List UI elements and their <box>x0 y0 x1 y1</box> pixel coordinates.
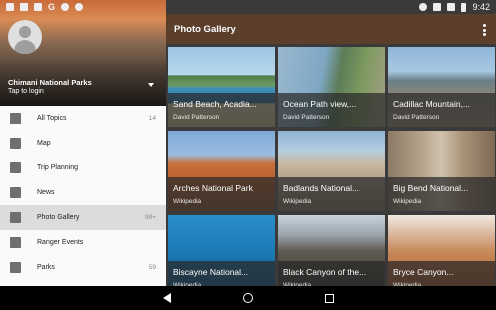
photo-icon <box>10 212 21 224</box>
drawer-item-label: Ranger Events <box>37 238 84 246</box>
drawer-item-map[interactable]: Map <box>0 131 166 156</box>
photo-caption: Sand Beach, Acadia... David Patterson <box>168 93 275 127</box>
photo-tile[interactable]: Black Canyon of the... Wikipedia <box>278 215 385 295</box>
screen: G 9:42 Chimani National Parks Tap to log… <box>0 0 496 310</box>
overflow-dot <box>483 28 486 32</box>
photo-tile[interactable]: Badlands National... Wikipedia <box>278 131 385 211</box>
photo-grid: Sand Beach, Acadia... David Patterson Oc… <box>166 44 496 295</box>
map-icon <box>10 137 21 149</box>
newspaper-icon <box>10 187 21 199</box>
photo-credit: Wikipedia <box>173 198 202 205</box>
navigation-drawer: Chimani National Parks Tap to login All … <box>0 0 166 286</box>
battery-icon <box>461 2 467 12</box>
photo-caption: Badlands National... Wikipedia <box>278 177 385 211</box>
back-icon[interactable] <box>162 293 171 303</box>
account-name: Chimani National Parks <box>8 78 92 87</box>
photo-tile[interactable]: Ocean Path view,... David Patterson <box>278 47 385 127</box>
drawer-item-photo-gallery[interactable]: Photo Gallery 99+ <box>0 205 166 230</box>
photo-credit: David Patterson <box>173 114 220 121</box>
overflow-menu-icon[interactable] <box>483 24 486 36</box>
drawer-item-count: 14 <box>148 114 156 122</box>
photo-tile[interactable]: Big Bend National... Wikipedia <box>388 131 495 211</box>
location-icon <box>419 3 428 11</box>
drawer-item-trip-planning[interactable]: Trip Planning <box>0 156 166 181</box>
system-nav-bar <box>0 286 496 310</box>
account-login-prompt[interactable]: Tap to login <box>8 88 44 95</box>
photo-credit: Wikipedia <box>393 198 422 205</box>
drawer-header[interactable]: Chimani National Parks Tap to login <box>0 0 166 106</box>
account-dropdown-icon[interactable] <box>148 83 154 87</box>
status-bar-left: G <box>6 2 84 12</box>
drawer-item-label: Photo Gallery <box>37 214 80 222</box>
photo-tile[interactable]: Bryce Canyon... Wikipedia <box>388 215 495 295</box>
luggage-icon <box>10 162 21 174</box>
drawer-item-label: Parks <box>37 263 55 271</box>
drawer-item-parks[interactable]: Parks 59 <box>0 255 166 280</box>
photo-credit: Wikipedia <box>283 198 312 205</box>
drawer-menu: All Topics 14 Map Trip Planning News Pho… <box>0 106 166 280</box>
photo-tile[interactable]: Arches National Park Wikipedia <box>168 131 275 211</box>
photo-caption: Ocean Path view,... David Patterson <box>278 93 385 127</box>
chat-notification-icon <box>20 3 28 11</box>
trees-icon <box>10 261 21 273</box>
photo-credit: David Patterson <box>393 114 440 121</box>
photo-title: Ocean Path view,... <box>283 99 357 109</box>
drawer-item-label: All Topics <box>37 114 67 122</box>
photo-title: Big Bend National... <box>393 183 469 193</box>
avatar-head <box>19 26 31 38</box>
photo-title: Biscayne National... <box>173 267 249 277</box>
status-bar-right: 9:42 <box>419 2 490 12</box>
app-bar: Photo Gallery <box>166 14 496 44</box>
drawer-item-count: 59 <box>148 263 156 271</box>
home-icon[interactable] <box>242 293 253 303</box>
navigation-icon <box>34 3 42 11</box>
page-title: Photo Gallery <box>174 23 236 35</box>
timer-icon <box>75 3 84 11</box>
drawer-item-count: 99+ <box>144 214 156 222</box>
status-time: 9:42 <box>472 2 490 12</box>
location-icon <box>61 3 70 11</box>
photo-title: Arches National Park <box>173 183 253 193</box>
photo-tile[interactable]: Biscayne National... Wikipedia <box>168 215 275 295</box>
drawer-item-ranger-events[interactable]: Ranger Events <box>0 230 166 255</box>
signal-icon <box>447 3 456 11</box>
google-icon: G <box>48 2 56 12</box>
photo-title: Badlands National... <box>283 183 360 193</box>
photo-credit: David Patterson <box>283 114 330 121</box>
photo-title: Sand Beach, Acadia... <box>173 99 257 109</box>
photo-title: Cadillac Mountain,... <box>393 99 471 109</box>
drawer-item-label: News <box>37 189 55 197</box>
wifi-icon <box>433 3 442 11</box>
drawer-item-label: Map <box>37 139 51 147</box>
drawer-item-label: Trip Planning <box>37 164 78 172</box>
grid-icon <box>10 112 21 124</box>
photo-tile[interactable]: Cadillac Mountain,... David Patterson <box>388 47 495 127</box>
recent-apps-icon[interactable] <box>324 293 334 303</box>
overflow-dot <box>483 24 486 27</box>
photo-tile[interactable]: Sand Beach, Acadia... David Patterson <box>168 47 275 127</box>
avatar[interactable] <box>8 20 42 54</box>
drawer-item-all-topics[interactable]: All Topics 14 <box>0 106 166 131</box>
photo-caption: Big Bend National... Wikipedia <box>388 177 495 211</box>
overflow-dot <box>483 33 486 36</box>
photo-caption: Arches National Park Wikipedia <box>168 177 275 211</box>
photo-title: Black Canyon of the... <box>283 267 367 277</box>
ranger-icon <box>10 236 21 248</box>
status-bar: G 9:42 <box>0 0 496 14</box>
drawer-item-news[interactable]: News <box>0 180 166 205</box>
photo-caption: Cadillac Mountain,... David Patterson <box>388 93 495 127</box>
photo-title: Bryce Canyon... <box>393 267 454 277</box>
avatar-body <box>14 40 36 54</box>
image-notification-icon <box>6 3 14 11</box>
